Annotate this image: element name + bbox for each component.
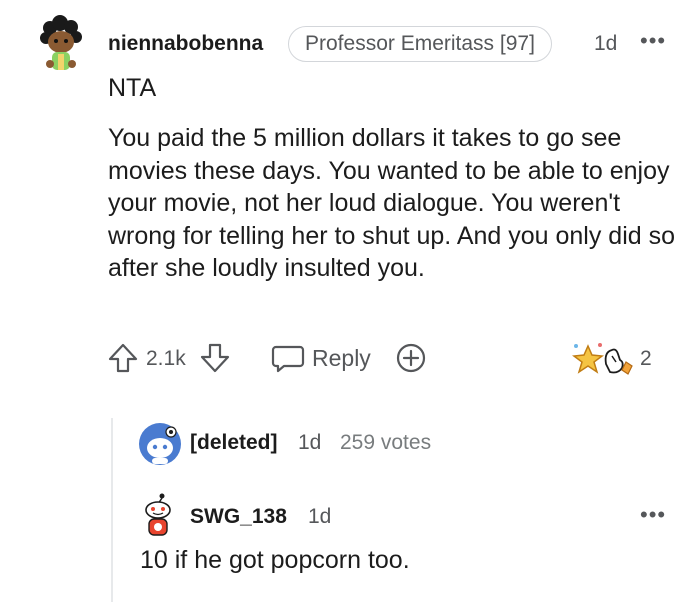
comment-author[interactable]: niennabobenna: [108, 32, 263, 56]
reply-body: 10 if he got popcorn too.: [140, 546, 410, 574]
upvote-icon[interactable]: [106, 341, 140, 375]
reply-author-deleted: [deleted]: [190, 431, 278, 454]
user-avatar[interactable]: [36, 14, 86, 76]
vote-score: 2.1k: [146, 347, 186, 370]
comment-verdict: NTA: [108, 74, 157, 102]
reply-timestamp: 1d: [308, 505, 332, 528]
reply-timestamp: 1d: [298, 431, 322, 454]
downvote-icon[interactable]: [198, 341, 232, 375]
comment-timestamp: 1d: [594, 32, 618, 55]
comment-body: You paid the 5 million dollars it takes …: [108, 124, 676, 283]
award-count: 2: [640, 347, 652, 370]
more-options-icon[interactable]: •••: [640, 502, 666, 528]
snoo-avatar-icon[interactable]: [140, 492, 176, 538]
deleted-user-avatar-icon: [138, 422, 182, 466]
user-flair: Professor Emeritass [97]: [288, 26, 552, 62]
thread-line[interactable]: [111, 418, 113, 602]
snoo-avatar-dreadlocks-icon: [40, 15, 82, 70]
reply-vote-count: 259 votes: [340, 431, 432, 454]
reply-button[interactable]: Reply: [312, 345, 371, 372]
reply-icon[interactable]: [270, 341, 306, 375]
reply-author[interactable]: SWG_138: [190, 505, 287, 529]
more-options-icon[interactable]: •••: [640, 28, 666, 54]
give-award-icon[interactable]: [394, 341, 428, 375]
awards-icon[interactable]: [572, 340, 640, 378]
